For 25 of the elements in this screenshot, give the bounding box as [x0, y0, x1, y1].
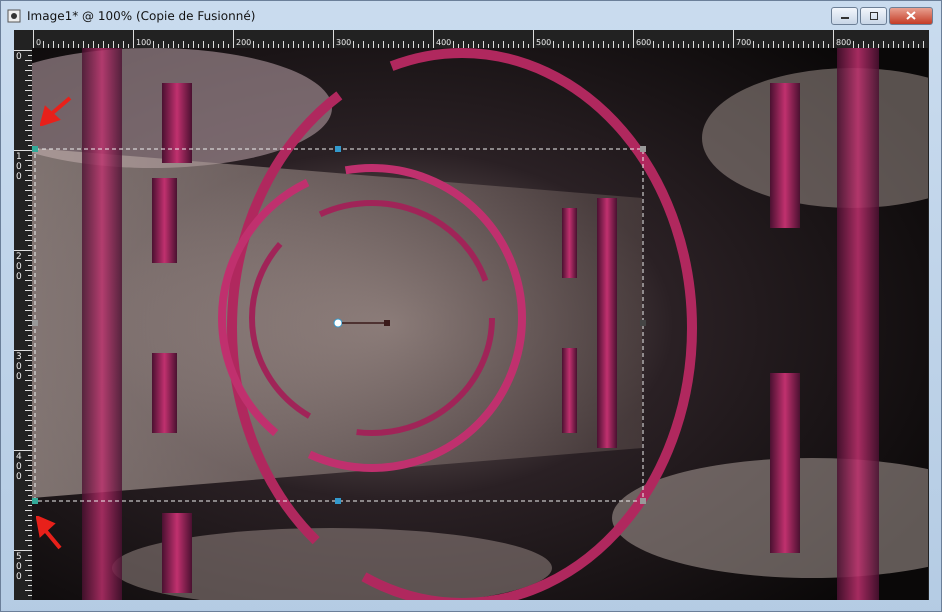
- minimize-button[interactable]: [831, 6, 858, 24]
- close-icon: [906, 11, 916, 20]
- ruler-label: 100: [16, 152, 22, 182]
- ruler-label: 0: [16, 52, 22, 62]
- ruler-label: 300: [16, 352, 22, 382]
- selection-rectangle[interactable]: [32, 146, 646, 504]
- ruler-label: 500: [535, 38, 552, 48]
- ruler-label: 200: [16, 252, 22, 282]
- image-document-icon: [7, 8, 21, 22]
- arrow-icon: [40, 96, 72, 126]
- ruler-label: 200: [235, 38, 252, 48]
- ruler-label: 400: [435, 38, 452, 48]
- ruler-label: 0: [35, 38, 42, 48]
- ruler-label: 700: [735, 38, 752, 48]
- ruler-label: 600: [635, 38, 652, 48]
- ruler-label: 400: [16, 452, 22, 482]
- maximize-button[interactable]: [860, 6, 887, 24]
- ruler-label: 100: [135, 38, 152, 48]
- ruler-label: 300: [335, 38, 352, 48]
- window-title: Image1* @ 100% (Copie de Fusionné): [27, 8, 256, 22]
- arrow-icon: [36, 516, 62, 550]
- close-button[interactable]: [889, 6, 933, 24]
- ruler-label: 500: [16, 552, 22, 582]
- ruler-label: 800: [835, 38, 852, 48]
- maximize-icon: [868, 12, 878, 20]
